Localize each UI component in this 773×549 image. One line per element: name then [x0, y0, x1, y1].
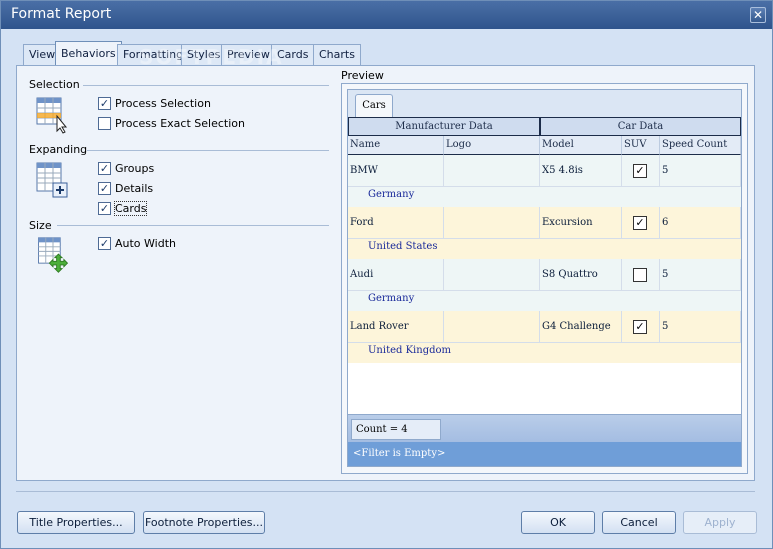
band-manufacturer-data: Manufacturer Data: [348, 117, 540, 136]
process-selection-checkbox[interactable]: ✓: [98, 96, 111, 110]
groups-label: Groups: [115, 161, 155, 175]
ok-button[interactable]: OK: [521, 511, 595, 534]
process-exact-selection-label: Process Exact Selection: [115, 116, 245, 130]
groups-option[interactable]: ✓ Groups: [98, 160, 154, 176]
details-option[interactable]: ✓ Details: [98, 180, 153, 196]
detail-country: Germany: [368, 189, 415, 200]
title-bar[interactable]: Format Report ✕: [1, 1, 772, 29]
band-car-data: Car Data: [540, 117, 741, 136]
cell-suv: ✓: [622, 311, 660, 343]
footnote-properties-button[interactable]: Footnote Properties...: [143, 511, 265, 534]
column-header-name[interactable]: Name: [348, 136, 444, 155]
groups-checkbox[interactable]: ✓: [98, 161, 111, 175]
cell-model: S8 Quattro: [540, 259, 622, 291]
preview-grid: Manufacturer Data Car Data Name Logo Mod…: [348, 117, 741, 414]
cell-suv: ✓: [622, 207, 660, 239]
grid-resize-icon: [38, 237, 69, 273]
size-divider: [57, 225, 329, 226]
grid-selection-icon: [36, 97, 68, 134]
cell-suv: [622, 259, 660, 291]
detail-country: United States: [368, 241, 438, 252]
column-header-suv[interactable]: SUV: [622, 136, 660, 155]
cell-model: G4 Challenge: [540, 311, 622, 343]
close-icon[interactable]: ✕: [750, 7, 766, 23]
details-label: Details: [115, 181, 154, 195]
window-title: Format Report: [11, 6, 112, 22]
size-group-label: Size: [29, 219, 52, 232]
summary-footer: Count = 4: [348, 414, 741, 442]
cell-speed-count: 5: [660, 311, 741, 343]
cell-name: BMW: [348, 155, 444, 187]
process-selection-label: Process Selection: [115, 96, 211, 110]
suv-checkbox[interactable]: ✓: [633, 164, 647, 178]
cell-name: Land Rover: [348, 311, 444, 343]
tab-behaviors[interactable]: Behaviors: [55, 41, 122, 66]
cards-option[interactable]: ✓ Cards: [98, 200, 148, 216]
table-row[interactable]: Audi S8 Quattro 5 Germany: [348, 259, 741, 311]
cell-speed-count: 6: [660, 207, 741, 239]
bottom-divider: [16, 491, 755, 492]
selection-divider: [83, 85, 329, 86]
table-row[interactable]: BMW X5 4.8is ✓ 5 Germany: [348, 155, 741, 207]
cards-checkbox[interactable]: ✓: [98, 201, 111, 215]
table-row[interactable]: Land Rover G4 Challenge ✓ 5 United Kingd…: [348, 311, 741, 363]
cell-speed-count: 5: [660, 259, 741, 291]
process-exact-selection-option[interactable]: Process Exact Selection: [98, 115, 245, 131]
cell-logo: [444, 259, 540, 291]
auto-width-checkbox[interactable]: ✓: [98, 236, 111, 250]
process-selection-option[interactable]: ✓ Process Selection: [98, 95, 211, 111]
column-header-logo[interactable]: Logo: [444, 136, 540, 155]
count-summary: Count = 4: [351, 419, 441, 440]
cell-model: X5 4.8is: [540, 155, 622, 187]
format-report-dialog: Format Report ✕ View Behaviors Formattin…: [0, 0, 773, 549]
cancel-button[interactable]: Cancel: [602, 511, 676, 534]
preview-label: Preview: [341, 69, 384, 82]
suv-checkbox[interactable]: ✓: [633, 320, 647, 334]
grid-expand-icon: [36, 162, 68, 198]
auto-width-option[interactable]: ✓ Auto Width: [98, 235, 176, 251]
card-view-preview: Cars Manufacturer Data Car Data Name Log…: [347, 89, 742, 467]
cell-logo: [444, 155, 540, 187]
cell-name: Audi: [348, 259, 444, 291]
auto-width-label: Auto Width: [115, 236, 176, 250]
cars-card-tab[interactable]: Cars: [355, 94, 393, 118]
column-header-speed-count[interactable]: Speed Count: [660, 136, 741, 155]
details-checkbox[interactable]: ✓: [98, 181, 111, 195]
process-exact-selection-checkbox[interactable]: [98, 116, 111, 130]
filter-bar[interactable]: <Filter is Empty>: [348, 442, 741, 466]
cell-logo: [444, 311, 540, 343]
cards-label: Cards: [113, 200, 148, 216]
cell-name: Ford: [348, 207, 444, 239]
cell-logo: [444, 207, 540, 239]
cell-speed-count: 5: [660, 155, 741, 187]
tab-charts[interactable]: Charts: [313, 44, 361, 65]
apply-button[interactable]: Apply: [683, 511, 757, 534]
detail-country: Germany: [368, 293, 415, 304]
expanding-group-label: Expanding: [29, 143, 88, 156]
table-row[interactable]: Ford Excursion ✓ 6 United States: [348, 207, 741, 259]
preview-frame: Cars Manufacturer Data Car Data Name Log…: [341, 83, 748, 474]
column-header-model[interactable]: Model: [540, 136, 622, 155]
cell-model: Excursion: [540, 207, 622, 239]
suv-checkbox[interactable]: [633, 268, 647, 282]
detail-country: United Kingdom: [368, 345, 451, 356]
expanding-divider: [87, 150, 329, 151]
title-properties-button[interactable]: Title Properties...: [17, 511, 135, 534]
selection-group-label: Selection: [29, 78, 80, 91]
suv-checkbox[interactable]: ✓: [633, 216, 647, 230]
cell-suv: ✓: [622, 155, 660, 187]
behaviors-panel: Selection ✓ Process Selection Process Ex…: [16, 65, 755, 481]
